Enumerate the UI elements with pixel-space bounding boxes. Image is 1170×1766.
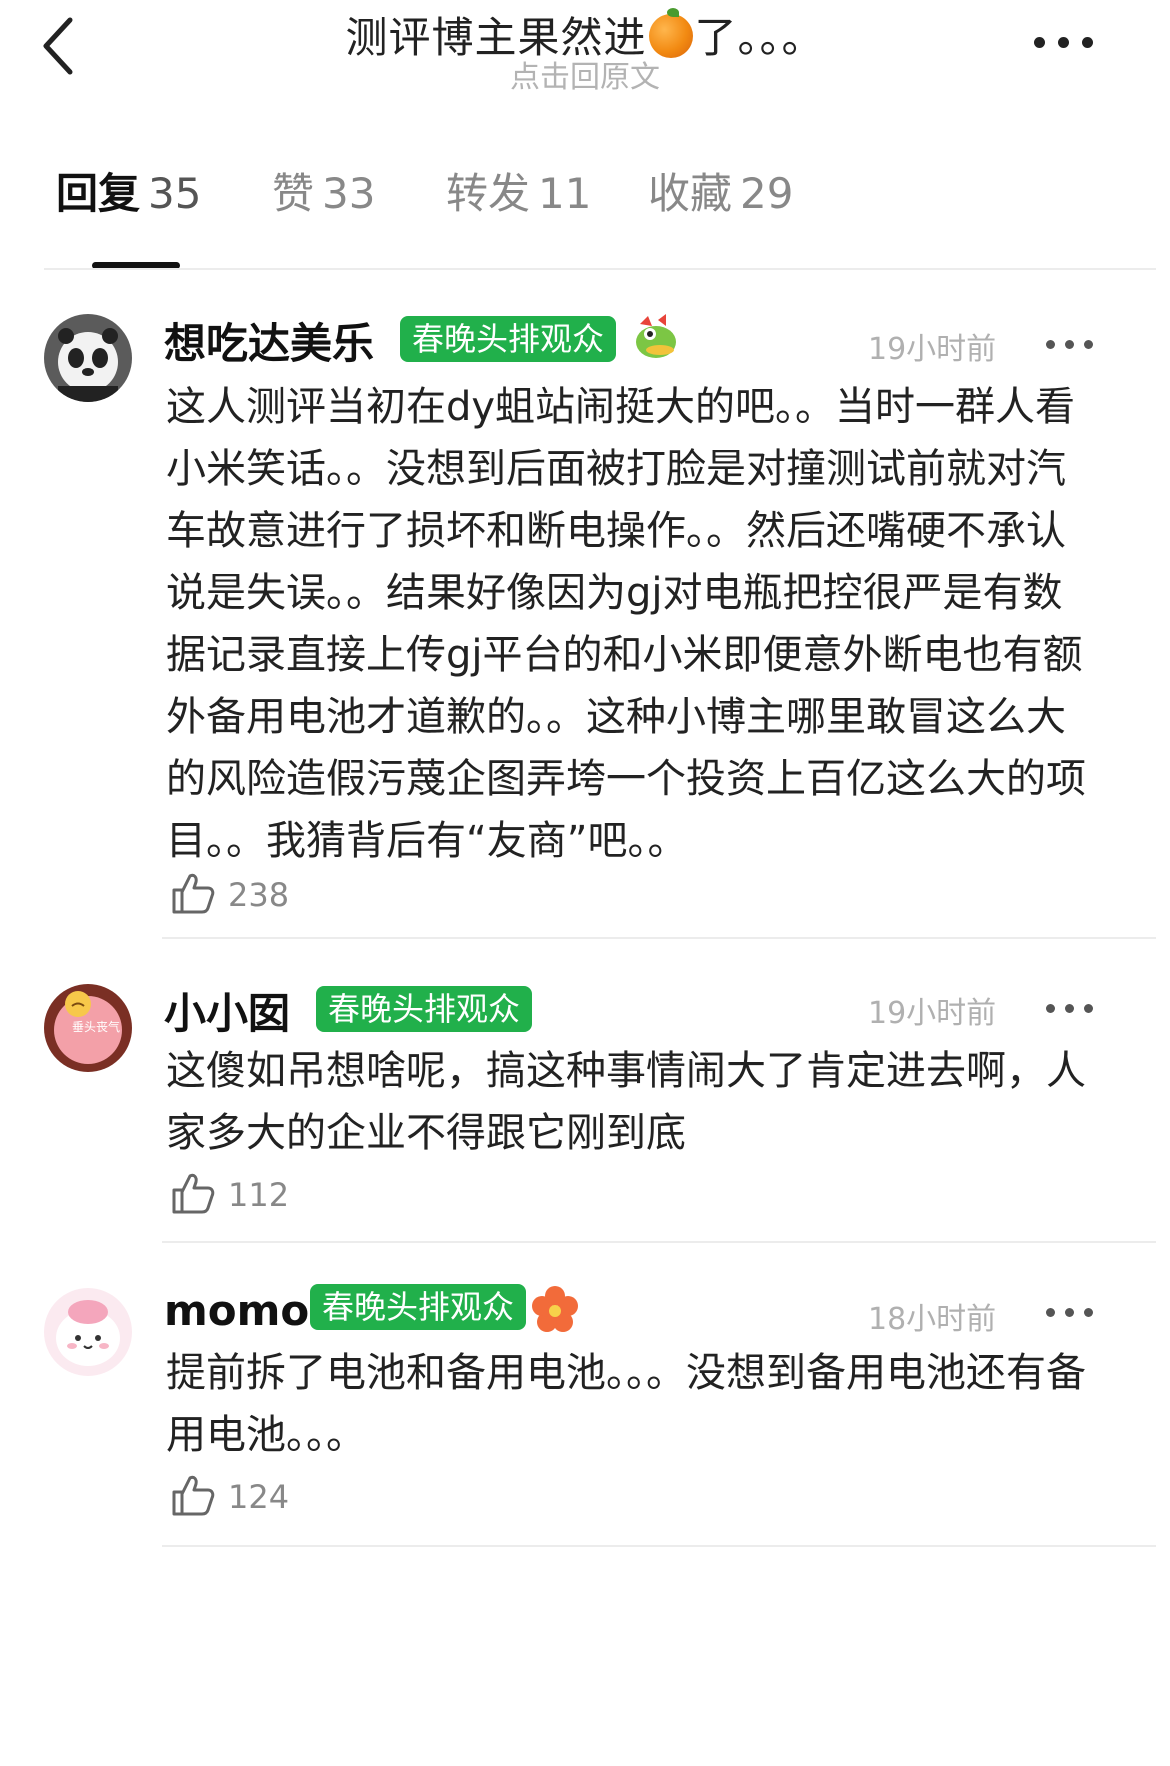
comment-more-icon[interactable] [1046,994,1094,1024]
tab-favorites[interactable]: 收藏 29 [648,160,793,221]
like-count: 112 [228,1176,290,1214]
comment-more-icon[interactable] [1046,330,1094,360]
thumbs-up-icon [172,1475,215,1516]
user-badge: 春晚头排观众 [316,986,533,1032]
comment-divider [162,1241,1156,1243]
tab-count: 29 [740,169,794,218]
tab-count: 33 [322,169,376,218]
tab-replies[interactable]: 回复 35 [56,160,201,221]
comment-text: 提前拆了电池和备用电池。。。没想到备用电池还有备用电池。。。 [166,1350,1086,1458]
comment-divider [162,1545,1156,1547]
tabs-divider [44,268,1156,270]
tab-likes[interactable]: 赞 33 [272,160,375,221]
flower-emoji-icon [530,1284,580,1334]
comment-time: 18小时前 [868,1302,997,1337]
user-badge: 春晚头排观众 [400,316,617,362]
tab-count: 11 [538,169,592,218]
user-badge: 春晚头排观众 [310,1284,527,1330]
avatar[interactable] [44,314,132,402]
comment-text: 这人测评当初在dy蛆站闹挺大的吧。。当时一群人看小米笑话。。没想到后面被打脸是对… [166,384,1086,864]
more-options-icon[interactable] [1030,22,1100,62]
tab-label: 收藏 [648,169,733,218]
dragon-emoji-icon [630,312,682,364]
top-bar: 测评博主果然进 了。。。 点击回原文 [0,0,1170,120]
avatar[interactable] [44,1288,132,1376]
comment-time: 19小时前 [868,996,997,1031]
avatar-caption: 垂头丧气 [72,1019,120,1034]
avatar[interactable]: 垂头丧气 [44,984,132,1072]
tab-reposts[interactable]: 转发 11 [446,160,591,221]
comment-time: 19小时前 [868,332,997,367]
tab-label: 赞 [272,169,315,218]
like-count: 124 [228,1478,290,1516]
thumbs-up-icon [172,873,215,914]
username[interactable]: 小小囡 [164,980,290,1041]
comment-more-icon[interactable] [1046,1298,1094,1328]
tab-bar: 回复 35 赞 33 转发 11 收藏 29 [40,160,1160,240]
like-count: 238 [228,876,290,914]
thumbs-up-icon [172,1173,215,1214]
username[interactable]: 想吃达美乐 [164,310,374,371]
tab-count: 35 [148,169,202,218]
back-to-original-link[interactable]: 点击回原文 [0,52,1170,96]
tab-label: 回复 [56,169,141,218]
comment-divider [162,937,1156,939]
comment-text: 这傻如吊想啥呢，搞这种事情闹大了肯定进去啊，人家多大的企业不得跟它刚到底 [166,1048,1086,1156]
username[interactable]: momo [164,1286,309,1335]
tab-label: 转发 [446,169,531,218]
